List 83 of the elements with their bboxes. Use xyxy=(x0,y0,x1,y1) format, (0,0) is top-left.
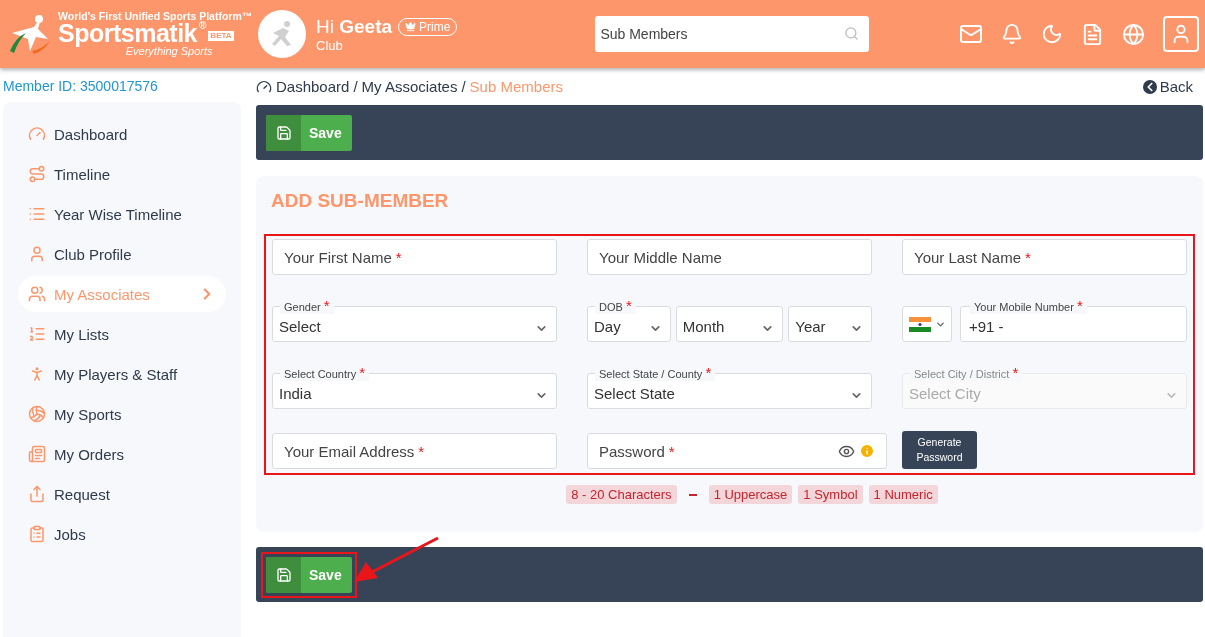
sidebar-item[interactable]: Club Profile xyxy=(18,236,226,272)
date-select[interactable]: DOB * Day xyxy=(587,299,671,342)
gauge-icon xyxy=(256,78,272,95)
phone-input-field[interactable]: Your Mobile Number * +91 - xyxy=(960,299,1187,342)
pdf-file-icon[interactable] xyxy=(1081,22,1104,46)
sidebar-item[interactable]: My Orders xyxy=(18,436,226,472)
avatar[interactable] xyxy=(258,10,306,58)
dash-mark xyxy=(688,493,697,496)
text-input[interactable]: Your Email Address xyxy=(284,442,415,460)
breadcrumb-separator: / xyxy=(353,78,358,95)
password-rule-tag: 8 - 20 Characters xyxy=(566,485,677,504)
mail-icon[interactable] xyxy=(959,22,983,46)
required-mark: * xyxy=(668,442,675,460)
logo-tagline: World’s First Unified Sports Platform™ xyxy=(58,10,253,22)
country-code-select[interactable] xyxy=(902,306,952,342)
password-rule-tag: 1 Numeric xyxy=(868,485,938,504)
back-icon xyxy=(1142,79,1157,94)
text-input[interactable]: Your First Name xyxy=(284,248,392,266)
route-icon xyxy=(28,165,46,183)
gauge-icon xyxy=(28,125,46,143)
required-mark: * xyxy=(1076,297,1083,314)
sidebar-item[interactable]: Jobs xyxy=(18,516,226,552)
user-icon xyxy=(28,245,46,263)
newspaper-icon xyxy=(28,445,46,463)
text-input[interactable]: Your Last Name xyxy=(914,248,1021,266)
required-mark: * xyxy=(705,364,712,381)
text-input[interactable]: Your Middle Name xyxy=(599,248,722,266)
field-label: Select State / County * xyxy=(595,366,716,381)
flag-icon xyxy=(908,316,931,332)
sidebar-item[interactable]: My Sports xyxy=(18,396,226,432)
required-mark: * xyxy=(323,297,330,314)
sidebar-item[interactable]: My Players & Staff xyxy=(18,356,226,392)
list-icon xyxy=(28,205,46,223)
globe-icon[interactable] xyxy=(1122,22,1145,46)
breadcrumb-link[interactable]: Dashboard xyxy=(276,78,350,95)
ball-icon xyxy=(28,405,46,423)
users-icon xyxy=(28,285,46,303)
account-role: Club xyxy=(316,37,344,53)
form-title: ADD SUB-MEMBER xyxy=(271,190,450,212)
beta-label: BETA xyxy=(208,31,234,42)
generate-password-button[interactable]: Generate Password xyxy=(902,431,977,469)
clipboard-icon xyxy=(28,525,46,543)
select-field[interactable]: Gender * Select xyxy=(272,299,557,342)
info-icon xyxy=(859,443,875,459)
crown-icon xyxy=(405,21,417,32)
phone-number: +91 - xyxy=(969,318,1004,335)
greeting-text: Hi Geeta xyxy=(316,15,393,38)
select-field[interactable]: Select Country * India xyxy=(272,366,557,409)
sidebar-item[interactable]: Year Wise Timeline xyxy=(18,196,226,232)
logo-slogan: Everything Sports xyxy=(125,46,213,58)
bell-icon[interactable] xyxy=(1001,23,1023,45)
password-input[interactable]: Password xyxy=(599,442,665,460)
required-mark: * xyxy=(395,248,402,266)
search-icon xyxy=(844,26,860,41)
list-icon xyxy=(28,325,46,343)
sidebar-item[interactable]: Dashboard xyxy=(18,116,226,152)
sidebar-item[interactable]: Request xyxy=(18,476,226,512)
registered-mark: ® xyxy=(199,21,207,32)
member-id: Member ID: 3500017576 xyxy=(2,77,159,96)
date-select[interactable]: Month xyxy=(675,306,784,342)
select-field[interactable]: Select State / County * Select State xyxy=(587,366,872,409)
breadcrumb-separator: / xyxy=(461,78,466,95)
password-rule-tag: 1 Symbol xyxy=(798,485,863,504)
profile-button[interactable] xyxy=(1163,16,1199,52)
sidebar-item[interactable]: Timeline xyxy=(18,156,226,192)
required-mark: * xyxy=(418,442,425,460)
required-mark: * xyxy=(1012,364,1019,381)
moon-icon[interactable] xyxy=(1041,23,1063,45)
password-rule-tag: 1 Uppercase xyxy=(708,485,793,504)
field-label: Gender * xyxy=(280,299,334,314)
required-mark: * xyxy=(1025,248,1031,266)
required-mark: * xyxy=(359,364,366,381)
field-label: Your Mobile Number * xyxy=(970,299,1087,314)
field-label: DOB * xyxy=(595,299,636,314)
back-link[interactable]: Back xyxy=(1142,78,1203,95)
required-mark: * xyxy=(625,297,632,314)
brand-name: Sportsmatik xyxy=(58,21,197,47)
sidebar-item[interactable]: My Lists xyxy=(18,316,226,352)
field-label: Select Country * xyxy=(280,366,370,381)
share-icon xyxy=(28,485,46,503)
breadcrumb-link[interactable]: My Associates xyxy=(361,78,458,95)
search-field[interactable]: Sub Members xyxy=(595,16,870,52)
date-select[interactable]: Year xyxy=(788,306,872,342)
